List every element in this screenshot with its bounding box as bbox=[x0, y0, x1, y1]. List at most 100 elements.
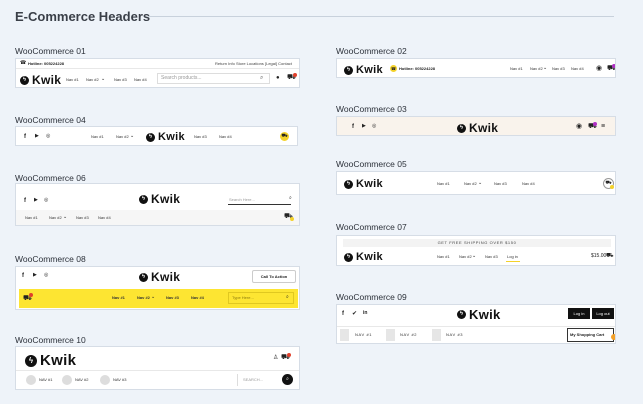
user-icon[interactable]: ♙ bbox=[273, 355, 278, 361]
facebook-icon[interactable]: f bbox=[24, 134, 26, 140]
user-icon[interactable]: ◉ bbox=[596, 65, 602, 72]
search-input[interactable]: Search products... bbox=[157, 73, 270, 84]
user-icon[interactable]: ◉ bbox=[576, 123, 582, 130]
nav-item-3[interactable]: Nav #3 bbox=[166, 296, 179, 300]
nav-item-3[interactable]: Nav #3 bbox=[494, 182, 507, 186]
cart-icon[interactable]: ⛟ bbox=[606, 253, 614, 259]
login-underline bbox=[506, 261, 520, 262]
nav-item-2[interactable]: Nav #2 bbox=[459, 255, 472, 259]
nav-item-1[interactable]: NAV #1 bbox=[39, 378, 53, 382]
search-input[interactable]: Type Here... bbox=[228, 292, 294, 304]
search-icon[interactable]: ⌕ bbox=[289, 196, 292, 201]
cart-badge bbox=[293, 73, 297, 77]
chevron-down-icon: ⌄ bbox=[543, 65, 548, 71]
facebook-icon[interactable]: f bbox=[342, 311, 344, 317]
brand-logo[interactable]: ϟ Kwik bbox=[344, 251, 383, 263]
nav-item-4[interactable]: Nav #4 bbox=[98, 216, 111, 220]
label-woocommerce-10: WooCommerce 10 bbox=[15, 335, 86, 345]
bolt-icon: ϟ bbox=[344, 252, 353, 262]
nav-thumb-2 bbox=[62, 375, 72, 385]
search-icon[interactable]: ⌕ bbox=[286, 295, 289, 300]
linkedin-icon[interactable]: in bbox=[363, 311, 367, 316]
brand-logo[interactable]: ϟ Kwik bbox=[457, 121, 498, 135]
cart-badge bbox=[593, 122, 597, 126]
nav-item-2[interactable]: Nav #2 bbox=[49, 216, 62, 220]
header-woocommerce-05: ϟ Kwik Nav #1 Nav #2 ⌄ Nav #3 Nav #4 ⛟ bbox=[336, 171, 616, 195]
brand-logo[interactable]: ϟ Kwik bbox=[344, 64, 383, 76]
facebook-icon[interactable]: f bbox=[352, 124, 354, 130]
nav-item-1[interactable]: Nav #1 bbox=[510, 67, 523, 71]
logout-button[interactable]: Log out bbox=[592, 308, 614, 319]
nav-item-3[interactable]: Nav #3 bbox=[114, 78, 127, 82]
call-to-action-button[interactable]: Call To Action bbox=[252, 270, 296, 283]
twitter-icon[interactable]: ✔ bbox=[352, 311, 357, 317]
nav-item-4[interactable]: Nav #4 bbox=[191, 296, 204, 300]
shopping-cart-label: My Shopping Cart bbox=[570, 332, 605, 337]
user-icon[interactable]: ● bbox=[276, 75, 280, 81]
search-input[interactable]: SEARCH... bbox=[243, 378, 263, 382]
nav-item-1[interactable]: Nav #1 bbox=[437, 255, 450, 259]
nav-item-3[interactable]: NAV #3 bbox=[113, 378, 127, 382]
nav-item-3[interactable]: Nav #3 bbox=[552, 67, 565, 71]
youtube-icon[interactable]: ▶ bbox=[33, 273, 37, 278]
nav-item-4[interactable]: Nav #4 bbox=[571, 67, 584, 71]
nav-item-3[interactable]: Nav #3 bbox=[76, 216, 89, 220]
login-button[interactable]: Log in bbox=[568, 308, 590, 319]
nav-item-3[interactable]: Nav #3 bbox=[194, 135, 207, 139]
search-input[interactable]: Search Here... bbox=[229, 198, 255, 202]
facebook-icon[interactable]: f bbox=[24, 198, 26, 204]
youtube-icon[interactable]: ▶ bbox=[34, 198, 38, 203]
brand-logo[interactable]: ϟ Kwik bbox=[344, 178, 383, 190]
nav-item-3[interactable]: Nav #3 bbox=[485, 255, 498, 259]
nav-item-2[interactable]: Nav #2 bbox=[86, 78, 99, 82]
cart-badge bbox=[611, 334, 615, 340]
youtube-icon[interactable]: ▶ bbox=[35, 134, 39, 139]
facebook-icon[interactable]: f bbox=[22, 273, 24, 279]
nav-thumb-2 bbox=[386, 329, 395, 341]
hotline-text: Hotline: 005224228 bbox=[28, 61, 65, 66]
login-link[interactable]: Log in bbox=[507, 255, 518, 259]
return-info-link[interactable]: Return Info bbox=[215, 62, 235, 66]
instagram-icon[interactable]: ◎ bbox=[372, 124, 376, 129]
search-icon[interactable]: ⌕ bbox=[260, 75, 263, 81]
nav-thumb-1 bbox=[26, 375, 36, 385]
nav-item-1[interactable]: Nav #1 bbox=[25, 216, 38, 220]
nav-item-1[interactable]: Nav #1 bbox=[437, 182, 450, 186]
nav-item-4[interactable]: Nav #4 bbox=[134, 78, 147, 82]
brand-logo[interactable]: ϟ Kwik bbox=[146, 131, 185, 143]
brand-logo[interactable]: ϟ Kwik bbox=[25, 352, 76, 369]
cart-icon[interactable]: ⛟ bbox=[280, 132, 289, 141]
brand-logo[interactable]: ϟ Kwik bbox=[20, 73, 61, 87]
nav-item-1[interactable]: Nav #1 bbox=[66, 78, 79, 82]
brand-logo[interactable]: ϟ Kwik bbox=[139, 270, 180, 284]
nav-item-4[interactable]: Nav #4 bbox=[219, 135, 232, 139]
shopping-cart-button[interactable]: My Shopping Cart bbox=[567, 328, 614, 342]
brand-logo[interactable]: ϟ Kwik bbox=[457, 307, 501, 322]
label-woocommerce-04: WooCommerce 04 bbox=[15, 115, 86, 125]
nav-item-2[interactable]: Nav #2 bbox=[116, 135, 129, 139]
phone-icon: ☎ bbox=[390, 65, 397, 72]
nav-item-1[interactable]: Nav #1 bbox=[112, 296, 125, 300]
instagram-icon[interactable]: ◎ bbox=[46, 134, 50, 139]
hotline-text: Hotline: 005224228 bbox=[399, 66, 436, 71]
label-woocommerce-07: WooCommerce 07 bbox=[336, 222, 407, 232]
nav-item-2[interactable]: Nav #2 bbox=[137, 296, 150, 300]
nav-item-1[interactable]: NAV #1 bbox=[355, 333, 372, 337]
legal-contact-link[interactable]: [Legal] Contact bbox=[265, 62, 292, 66]
header-woocommerce-06: f ▶ ◎ ϟ Kwik Search Here... ⌕ Nav #1 Nav … bbox=[15, 183, 300, 226]
youtube-icon[interactable]: ▶ bbox=[362, 124, 366, 129]
instagram-icon[interactable]: ◎ bbox=[44, 273, 48, 278]
search-button[interactable]: ⌕ bbox=[282, 374, 293, 385]
nav-item-4[interactable]: Nav #4 bbox=[522, 182, 535, 186]
nav-item-1[interactable]: Nav #1 bbox=[91, 135, 104, 139]
nav-item-2[interactable]: Nav #2 bbox=[530, 67, 543, 71]
brand-logo[interactable]: ϟ Kwik bbox=[139, 192, 180, 206]
cart-badge bbox=[610, 185, 614, 189]
nav-item-2[interactable]: NAV #2 bbox=[400, 333, 417, 337]
instagram-icon[interactable]: ◎ bbox=[44, 198, 48, 203]
menu-icon[interactable]: ≡ bbox=[601, 123, 605, 130]
store-locations-link[interactable]: Store Locations bbox=[236, 62, 264, 66]
nav-item-2[interactable]: Nav #2 bbox=[464, 182, 477, 186]
nav-item-3[interactable]: NAV #3 bbox=[446, 333, 463, 337]
nav-item-2[interactable]: NAV #2 bbox=[75, 378, 89, 382]
